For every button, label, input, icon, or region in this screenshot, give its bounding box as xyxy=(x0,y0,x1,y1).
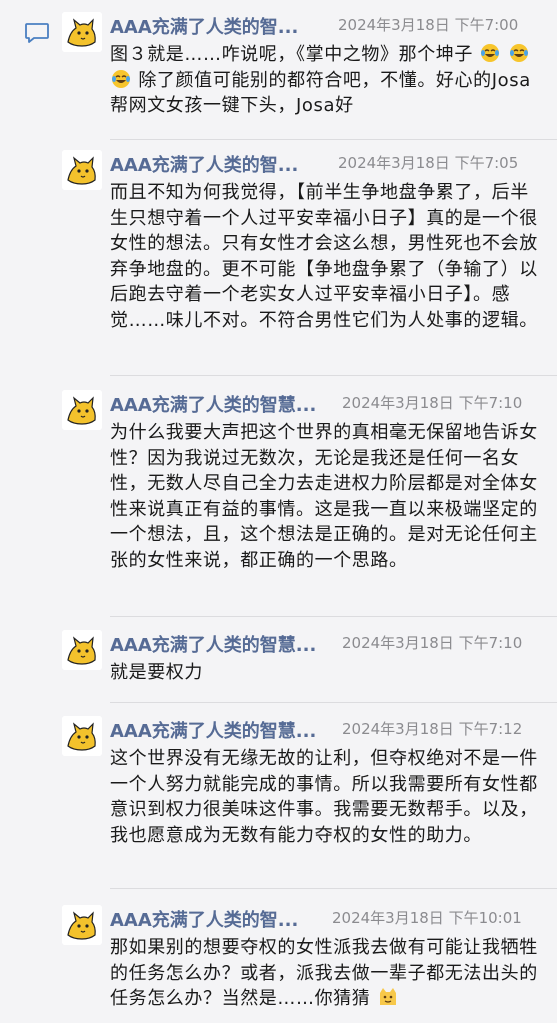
comment-text: 那如果别的想要夺权的女性派我去做有可能让我牺牲的任务怎么办？或者，派我去做一辈子… xyxy=(110,935,539,1012)
yellow-cat-avatar-icon xyxy=(62,150,102,190)
avatar[interactable] xyxy=(62,716,102,756)
cat-emoji-icon xyxy=(379,988,396,1005)
comment-item[interactable]: AAA充满了人类的智... 2024年3月18日 下午7:05 而且不知为何我觉… xyxy=(62,150,557,376)
divider xyxy=(110,888,557,889)
author-name[interactable]: AAA充满了人类的智... xyxy=(110,13,298,39)
avatar[interactable] xyxy=(62,12,102,52)
avatar[interactable] xyxy=(62,390,102,430)
timestamp: 2024年3月18日 下午7:00 xyxy=(338,16,519,34)
avatar[interactable] xyxy=(62,630,102,670)
author-name[interactable]: AAA充满了人类的智慧... xyxy=(110,631,316,657)
author-name[interactable]: AAA充满了人类的智... xyxy=(110,906,298,932)
comment-text: 图３就是……咋说呢，《掌中之物》那个坤子 除了颜值可能别的都符合吧，不懂。好心的… xyxy=(110,42,539,119)
yellow-cat-avatar-icon xyxy=(62,716,102,756)
face-with-tears-of-joy-icon xyxy=(481,44,500,62)
comment-text-part: 图３就是……咋说呢，《掌中之物》那个坤子 xyxy=(110,44,473,65)
comment-text: 为什么我要大声把这个世界的真相毫无保留地告诉女性？因为我说过无数次，无论是我还是… xyxy=(110,422,538,571)
avatar[interactable] xyxy=(62,150,102,190)
comment-item[interactable]: AAA充满了人类的智... 2024年3月18日 下午10:01 那如果别的想要… xyxy=(62,905,557,1023)
author-name[interactable]: AAA充满了人类的智... xyxy=(110,151,298,177)
timestamp: 2024年3月18日 下午7:10 xyxy=(342,394,523,412)
comment-item[interactable]: AAA充满了人类的智... 2024年3月18日 下午7:00 图３就是……咋说… xyxy=(62,12,557,140)
timestamp: 2024年3月18日 下午7:12 xyxy=(342,720,523,738)
timestamp: 2024年3月18日 下午7:05 xyxy=(338,154,519,172)
author-name[interactable]: AAA充满了人类的智慧... xyxy=(110,391,316,417)
comment-icon xyxy=(25,23,49,43)
divider xyxy=(110,702,557,703)
moments-comment-thread: AAA充满了人类的智... 2024年3月18日 下午7:00 图３就是……咋说… xyxy=(0,0,557,1023)
face-with-tears-of-joy-icon xyxy=(112,69,130,88)
yellow-cat-avatar-icon xyxy=(62,630,102,670)
yellow-cat-avatar-icon xyxy=(62,12,102,52)
comment-item[interactable]: AAA充满了人类的智慧... 2024年3月18日 下午7:10 就是要权力 xyxy=(62,630,557,705)
comment-item[interactable]: AAA充满了人类的智慧... 2024年3月18日 下午7:10 为什么我要大声… xyxy=(62,390,557,620)
comment-item[interactable]: AAA充满了人类的智慧... 2024年3月18日 下午7:12 这个世界没有无… xyxy=(62,716,557,891)
timestamp: 2024年3月18日 下午7:10 xyxy=(342,634,523,652)
yellow-cat-avatar-icon xyxy=(62,390,102,430)
divider xyxy=(110,139,557,140)
yellow-cat-avatar-icon xyxy=(62,905,102,945)
comment-text-part: 除了颜值可能别的都符合吧，不懂。好心的Josa帮网文女孩一键下头，Josa好 xyxy=(110,69,531,117)
face-with-tears-of-joy-icon xyxy=(509,44,528,62)
avatar[interactable] xyxy=(62,905,102,945)
author-name[interactable]: AAA充满了人类的智慧... xyxy=(110,717,316,743)
comment-text: 而且不知为何我觉得，【前半生争地盘争累了，后半生只想守着一个人过平安幸福小日子】… xyxy=(110,182,538,331)
comment-text: 这个世界没有无缘无故的让利，但夺权绝对不是一件一个人努力就能完成的事情。所以我需… xyxy=(110,748,538,846)
divider xyxy=(110,616,557,617)
timestamp: 2024年3月18日 下午10:01 xyxy=(332,909,522,927)
comment-text-part: 那如果别的想要夺权的女性派我去做有可能让我牺牲的任务怎么办？或者，派我去做一辈子… xyxy=(110,937,538,1009)
divider xyxy=(110,375,557,376)
comment-text: 就是要权力 xyxy=(110,662,203,683)
